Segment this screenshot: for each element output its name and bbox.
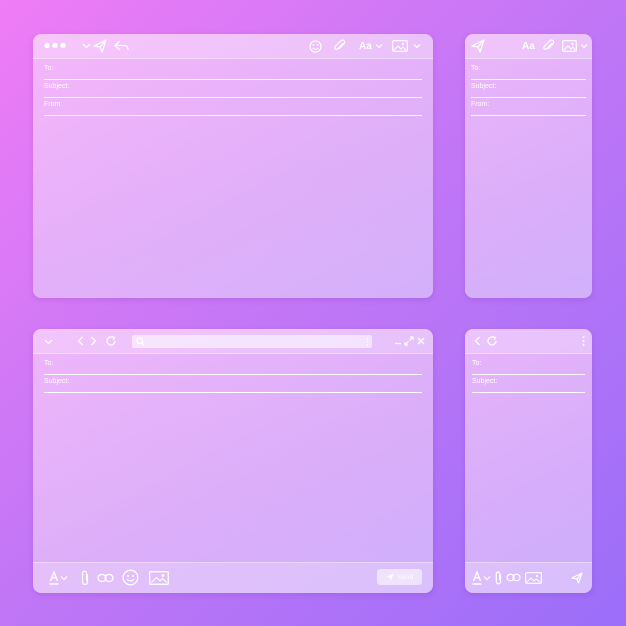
text-color-icon[interactable] <box>472 571 492 585</box>
browser-mail-window-desktop: To: Subject: Send <box>33 329 433 593</box>
to-field[interactable]: To: <box>44 62 422 80</box>
formatting-toolbar <box>465 562 592 593</box>
compose-toolbar: Aa <box>33 34 433 59</box>
chevron-down-icon[interactable] <box>375 43 383 49</box>
browser-toolbar <box>33 329 433 354</box>
from-label: From: <box>471 101 490 108</box>
emoji-icon[interactable] <box>122 569 139 586</box>
subject-field[interactable]: Subject: <box>471 80 586 98</box>
window-controls-icon[interactable] <box>44 42 66 49</box>
chevron-down-icon[interactable] <box>413 43 421 49</box>
browser-mail-window-mobile: To: Subject: <box>465 329 592 593</box>
chevron-down-icon[interactable] <box>82 42 91 49</box>
refresh-icon[interactable] <box>486 335 498 347</box>
compose-window-mobile: Aa To: Subject: From: <box>465 34 592 298</box>
paperclip-icon[interactable] <box>80 570 90 586</box>
text-color-icon[interactable] <box>49 571 69 585</box>
send-icon[interactable] <box>93 39 107 53</box>
send-icon[interactable] <box>571 572 583 584</box>
to-label: To: <box>471 65 481 72</box>
chevron-down-icon[interactable] <box>580 43 588 49</box>
to-label: To: <box>472 360 482 367</box>
paperclip-icon[interactable] <box>333 39 346 53</box>
message-body[interactable] <box>44 399 422 557</box>
send-button[interactable]: Send <box>377 569 422 585</box>
from-field[interactable]: From: <box>471 98 586 116</box>
send-label: Send <box>397 573 414 581</box>
emoji-icon[interactable] <box>309 40 322 53</box>
message-body[interactable] <box>472 399 585 557</box>
message-body[interactable] <box>471 122 586 288</box>
reply-icon[interactable] <box>114 40 129 52</box>
subject-label: Subject: <box>472 378 498 385</box>
formatting-toolbar: Send <box>33 562 433 593</box>
compose-toolbar: Aa <box>465 34 592 59</box>
image-icon[interactable] <box>525 572 542 584</box>
browser-toolbar <box>465 329 592 354</box>
link-icon[interactable] <box>97 573 114 583</box>
back-arrow-icon[interactable] <box>77 336 84 346</box>
to-label: To: <box>44 360 54 367</box>
subject-field[interactable]: Subject: <box>472 375 585 393</box>
message-body[interactable] <box>44 122 422 288</box>
more-vertical-icon[interactable] <box>582 336 585 346</box>
paperclip-icon[interactable] <box>542 39 555 53</box>
compose-window-desktop: Aa To: Subject: From: <box>33 34 433 298</box>
refresh-icon[interactable] <box>105 335 117 347</box>
subject-field[interactable]: Subject: <box>44 375 422 393</box>
minimize-icon[interactable] <box>394 337 402 345</box>
from-label: From: <box>44 101 63 108</box>
back-arrow-icon[interactable] <box>474 336 481 346</box>
address-bar[interactable] <box>132 335 372 348</box>
send-icon <box>386 573 394 581</box>
font-format-label[interactable]: Aa <box>359 41 372 52</box>
subject-label: Subject: <box>44 378 70 385</box>
from-field[interactable]: From: <box>44 98 422 116</box>
font-format-label[interactable]: Aa <box>522 41 535 52</box>
more-vertical-icon[interactable] <box>366 338 369 346</box>
forward-arrow-icon[interactable] <box>90 336 97 346</box>
paperclip-icon[interactable] <box>494 571 503 585</box>
image-icon[interactable] <box>149 571 169 585</box>
image-icon[interactable] <box>392 40 408 52</box>
expand-icon[interactable] <box>404 336 414 346</box>
subject-field[interactable]: Subject: <box>44 80 422 98</box>
search-icon <box>136 337 145 346</box>
subject-label: Subject: <box>44 83 70 90</box>
to-field[interactable]: To: <box>472 357 585 375</box>
to-field[interactable]: To: <box>44 357 422 375</box>
link-icon[interactable] <box>506 573 521 582</box>
subject-label: Subject: <box>471 83 497 90</box>
to-label: To: <box>44 65 54 72</box>
to-field[interactable]: To: <box>471 62 586 80</box>
chevron-down-icon[interactable] <box>44 338 53 345</box>
image-icon[interactable] <box>562 40 577 52</box>
close-icon[interactable] <box>417 337 425 345</box>
send-icon[interactable] <box>471 39 485 53</box>
